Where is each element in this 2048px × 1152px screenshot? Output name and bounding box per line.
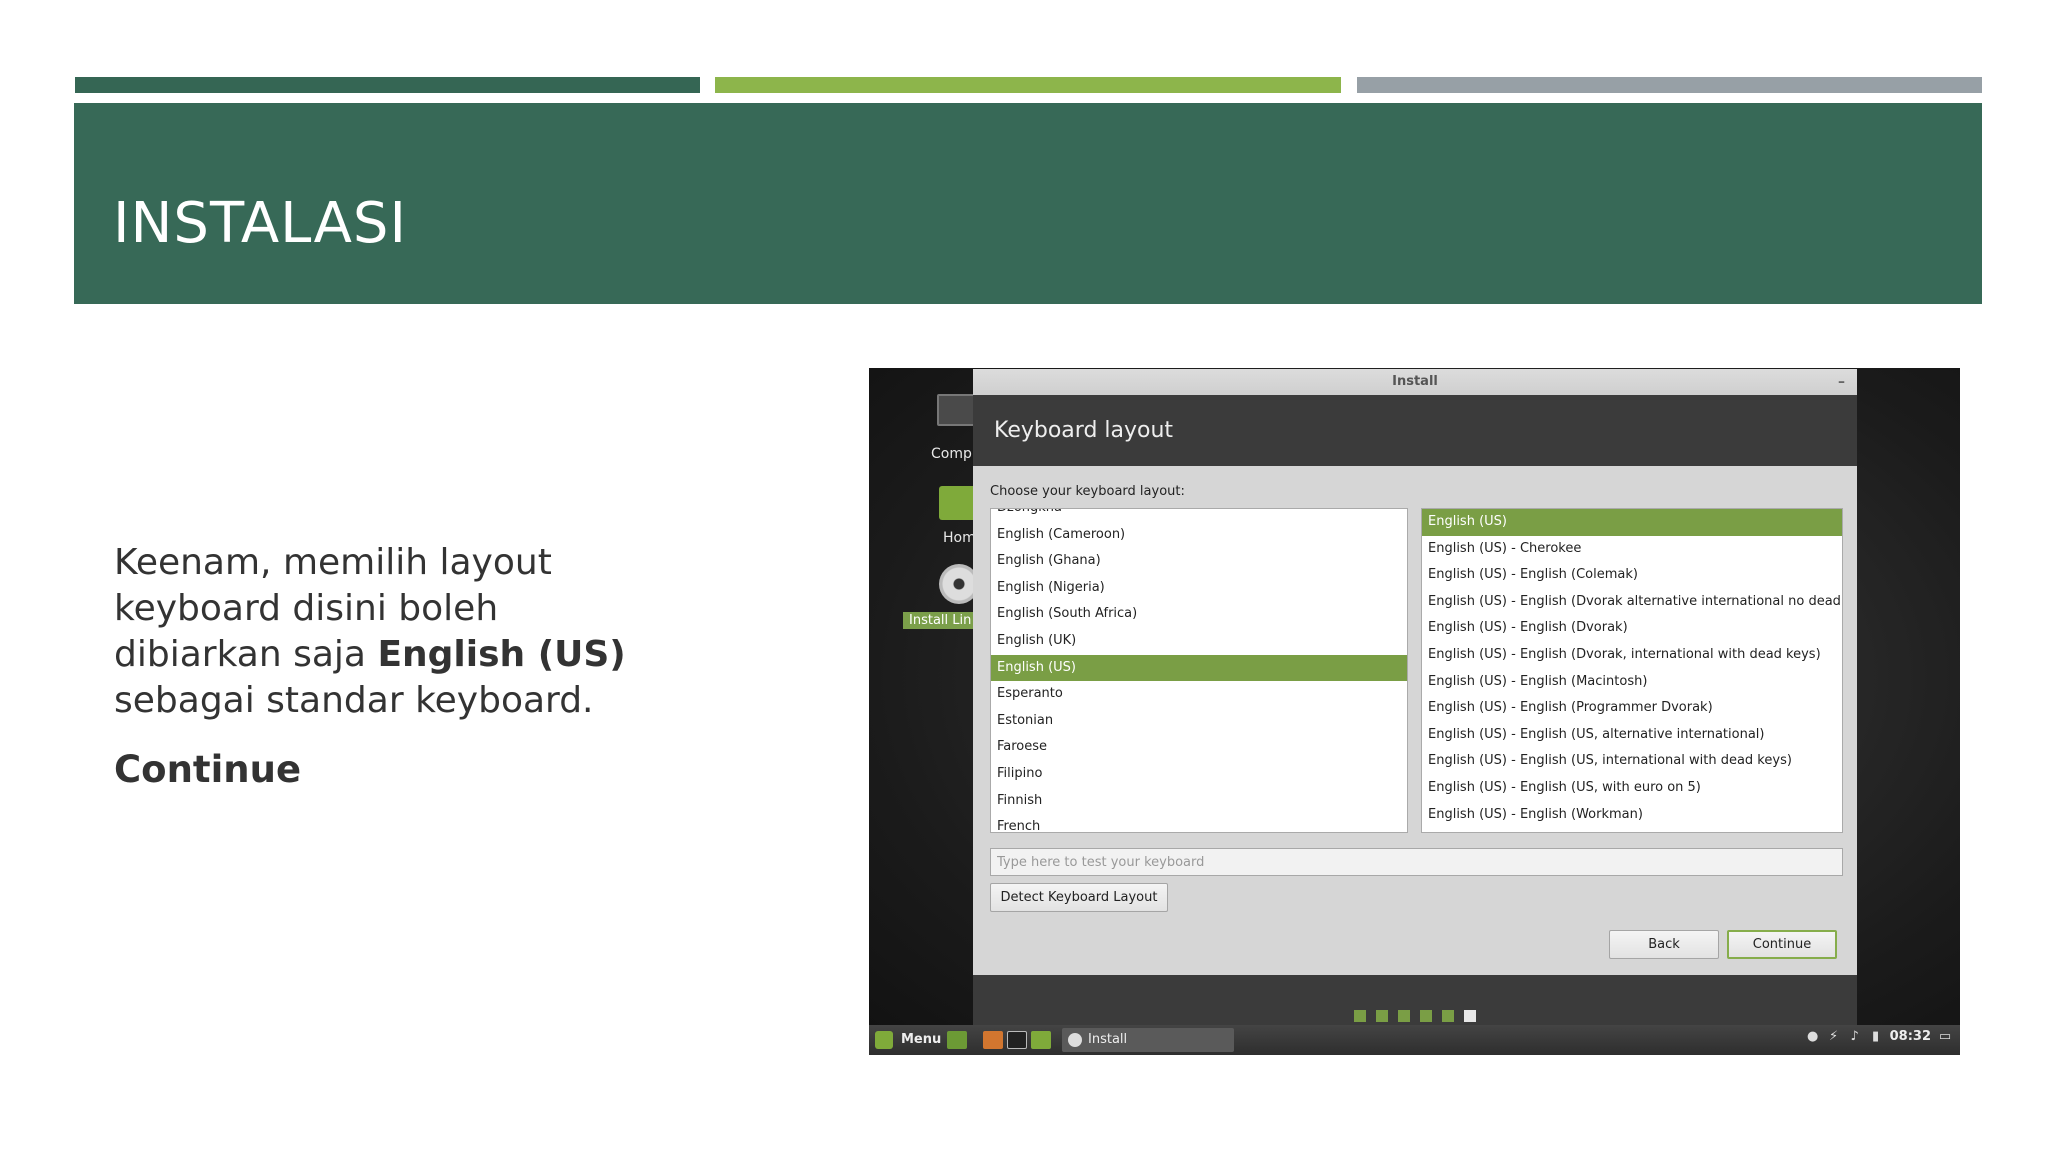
variant-list-item[interactable]: English (US) - English (Macintosh) <box>1422 669 1842 696</box>
network-icon[interactable]: ⚡ <box>1827 1029 1841 1044</box>
variant-list-item[interactable]: English (US) - English (US, alternative … <box>1422 722 1842 749</box>
progress-step-dot <box>1376 1010 1388 1022</box>
accent-strip-lime <box>715 77 1341 93</box>
browser-icon[interactable] <box>983 1031 1003 1049</box>
workspace-icon[interactable]: ▭ <box>1938 1029 1952 1044</box>
progress-dots <box>1354 1010 1476 1022</box>
battery-icon[interactable]: ▮ <box>1869 1029 1883 1044</box>
window-title: Install <box>1392 374 1438 389</box>
slide-body-text: Keenam, memilih layout keyboard disini b… <box>114 540 674 724</box>
variant-list-item[interactable]: English (US) - English (US, with euro on… <box>1422 775 1842 802</box>
desktop-icon-label-home: Hom <box>943 530 976 546</box>
variant-list-item[interactable]: English (US) - English (Workman) <box>1422 802 1842 829</box>
taskbar-window-install[interactable]: Install <box>1062 1028 1234 1052</box>
layout-prompt: Choose your keyboard layout: <box>990 484 1185 499</box>
mint-menu-icon[interactable] <box>875 1031 893 1049</box>
variant-list-item[interactable]: English (US) - English (Dvorak) <box>1422 615 1842 642</box>
install-window: Install – Keyboard layout Choose your ke… <box>973 369 1857 1037</box>
body-text-bold: English (US) <box>377 634 626 675</box>
layout-list[interactable]: DzongkhaEnglish (Cameroon)English (Ghana… <box>990 508 1408 833</box>
taskbar: Menu Install ● ⚡ ♪ ▮ 08:32 ▭ <box>869 1025 1960 1055</box>
accent-strip-green <box>75 77 700 93</box>
layout-list-item[interactable]: English (Ghana) <box>991 548 1407 575</box>
accent-strip-gray <box>1357 77 1982 93</box>
layout-list-item[interactable]: English (Nigeria) <box>991 575 1407 602</box>
layout-list-item[interactable]: Faroese <box>991 734 1407 761</box>
layout-list-item[interactable]: Estonian <box>991 708 1407 735</box>
window-titlebar[interactable]: Install – <box>973 369 1857 395</box>
layout-list-item[interactable]: English (South Africa) <box>991 601 1407 628</box>
layout-list-item[interactable]: Finnish <box>991 788 1407 815</box>
variant-list[interactable]: English (US) English (US) - Cherokee Engli… <box>1421 508 1843 833</box>
installer-icon <box>1068 1033 1082 1047</box>
page-heading: Keyboard layout <box>973 395 1857 466</box>
terminal-icon[interactable] <box>1007 1031 1027 1049</box>
installer-screenshot: Compu Hom Install Lin Install – Keyboard… <box>869 368 1960 1055</box>
files-icon[interactable] <box>1031 1031 1051 1049</box>
progress-step-dot <box>1398 1010 1410 1022</box>
taskbar-window-label: Install <box>1088 1032 1128 1047</box>
layout-list-item[interactable]: Dzongkha <box>991 509 1407 522</box>
variant-list-item[interactable]: English (US) - English (Dvorak alternati… <box>1422 589 1842 616</box>
variant-list-item[interactable]: English (US) - English (Colemak) <box>1422 562 1842 589</box>
clock[interactable]: 08:32 <box>1890 1029 1931 1044</box>
slide-title: INSTALASI <box>113 191 407 256</box>
layout-list-item[interactable]: English (US) <box>991 654 1407 682</box>
minimize-icon[interactable]: – <box>1838 369 1845 395</box>
variant-list-item[interactable]: English (US) - English (Dvorak, internat… <box>1422 642 1842 669</box>
continue-button[interactable]: Continue <box>1727 930 1837 959</box>
volume-icon[interactable]: ♪ <box>1848 1029 1862 1044</box>
variant-list-item[interactable]: English (US) - English (Programmer Dvora… <box>1422 695 1842 722</box>
slide-continue-text: Continue <box>114 748 302 791</box>
progress-step-dot <box>1354 1010 1366 1022</box>
progress-step-dot <box>1442 1010 1454 1022</box>
layout-list-item[interactable]: Esperanto <box>991 681 1407 708</box>
variant-list-item[interactable]: English (US) - Cherokee <box>1422 536 1842 563</box>
layout-list-item[interactable]: French <box>991 814 1407 832</box>
window-content: Choose your keyboard layout: DzongkhaEng… <box>973 466 1857 975</box>
detect-layout-button[interactable]: Detect Keyboard Layout <box>990 883 1168 912</box>
variant-list-item[interactable]: English (US) <box>1422 509 1842 536</box>
system-tray: ● ⚡ ♪ ▮ 08:32 ▭ <box>1806 1029 1952 1044</box>
user-icon[interactable]: ● <box>1806 1029 1820 1044</box>
layout-list-item[interactable]: Filipino <box>991 761 1407 788</box>
progress-step-dot <box>1464 1010 1476 1022</box>
body-text-post: sebagai standar keyboard. <box>114 680 594 721</box>
variant-list-item[interactable]: English (US) - English (US, internationa… <box>1422 748 1842 775</box>
menu-button[interactable]: Menu <box>901 1032 941 1047</box>
back-button[interactable]: Back <box>1609 930 1719 959</box>
progress-step-dot <box>1420 1010 1432 1022</box>
layout-list-item[interactable]: English (Cameroon) <box>991 522 1407 549</box>
show-desktop-icon[interactable] <box>947 1031 967 1049</box>
keyboard-test-input[interactable] <box>990 848 1843 876</box>
layout-list-item[interactable]: English (UK) <box>991 628 1407 655</box>
